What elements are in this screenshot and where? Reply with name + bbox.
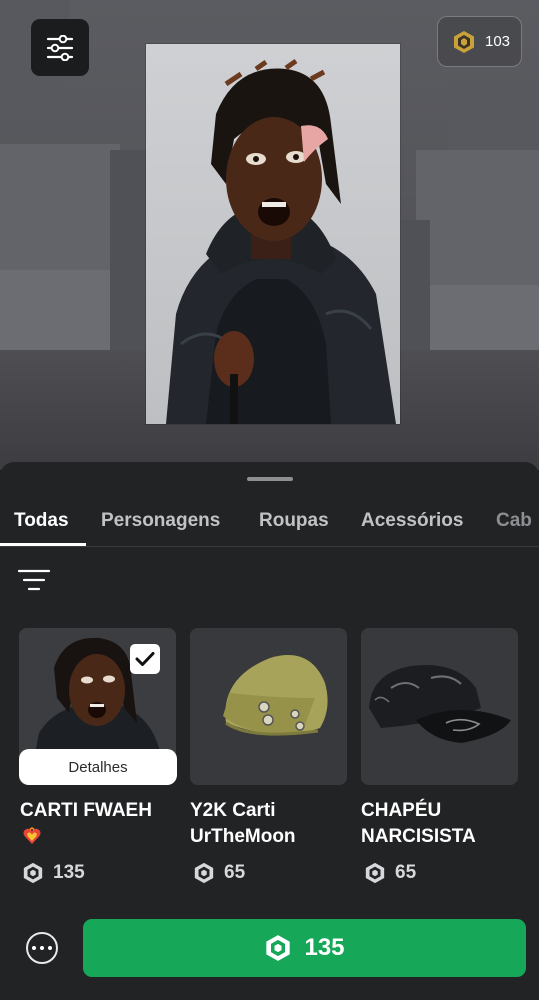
tab-acessorios[interactable]: Acessórios [361, 510, 463, 532]
black-cap-thumbnail [361, 628, 518, 785]
robux-icon [23, 862, 43, 884]
scene-block [0, 144, 120, 274]
more-options-icon [48, 946, 52, 950]
beanie-hat-thumbnail [190, 628, 347, 785]
scene-block [400, 220, 430, 360]
item-price: 135 [22, 862, 85, 884]
sort-filter-icon [17, 569, 51, 591]
item-title-line: CHAPÉU [361, 800, 442, 821]
item-card-chapeu-narcisista[interactable] [361, 628, 518, 785]
item-title: CARTI FWAEH [20, 798, 152, 824]
tab-personagens[interactable]: Personagens [101, 510, 220, 532]
tab-todas[interactable]: Todas [14, 510, 69, 532]
robux-balance-button[interactable]: 103 [437, 16, 522, 67]
sliders-icon [46, 34, 74, 61]
robux-icon [194, 862, 214, 884]
more-options-icon [32, 946, 36, 950]
item-price: 65 [193, 862, 245, 884]
item-price-value: 135 [53, 862, 85, 883]
more-options-button[interactable] [26, 932, 58, 964]
sheet-drag-handle[interactable] [247, 477, 293, 481]
category-tabs: Todas Personagens Roupas Acessórios Cab [0, 502, 539, 546]
selected-checkbox[interactable] [130, 644, 160, 674]
tabs-divider [0, 546, 539, 547]
robux-icon [266, 935, 291, 961]
robux-coin-icon [454, 30, 474, 53]
item-card-y2k-carti[interactable] [190, 628, 347, 785]
robux-balance-value: 103 [485, 33, 511, 50]
buy-price-value: 135 [304, 934, 345, 961]
tab-roupas[interactable]: Roupas [259, 510, 329, 532]
tab-cabelos[interactable]: Cab [496, 510, 532, 532]
scene-block [448, 80, 539, 150]
item-title: Y2K Carti UrTheMoon [190, 798, 296, 850]
more-options-icon [40, 946, 44, 950]
details-button[interactable]: Detalhes [19, 749, 177, 785]
item-price: 65 [364, 862, 416, 884]
robux-icon [365, 862, 385, 884]
item-title-line: UrTheMoon [190, 826, 296, 847]
avatar-preview-scene[interactable]: 103 [0, 0, 539, 470]
fire-heart-emoji-icon [23, 827, 41, 844]
scene-block [430, 285, 539, 360]
sort-filter-button[interactable] [17, 566, 51, 596]
scene-block [416, 150, 539, 290]
item-title: CHAPÉU NARCISISTA [361, 798, 476, 850]
item-title-line: Y2K Carti [190, 800, 276, 821]
character-portrait [166, 58, 396, 424]
buy-button[interactable]: 135 [83, 919, 526, 977]
avatar-poster [146, 44, 400, 424]
item-title-line: CARTI FWAEH [20, 800, 152, 821]
checkmark-icon [135, 652, 155, 666]
scene-block [110, 150, 150, 350]
item-title-line: NARCISISTA [361, 826, 476, 847]
item-price-value: 65 [395, 862, 417, 883]
customize-menu-button[interactable] [31, 19, 89, 76]
item-price-value: 65 [224, 862, 246, 883]
